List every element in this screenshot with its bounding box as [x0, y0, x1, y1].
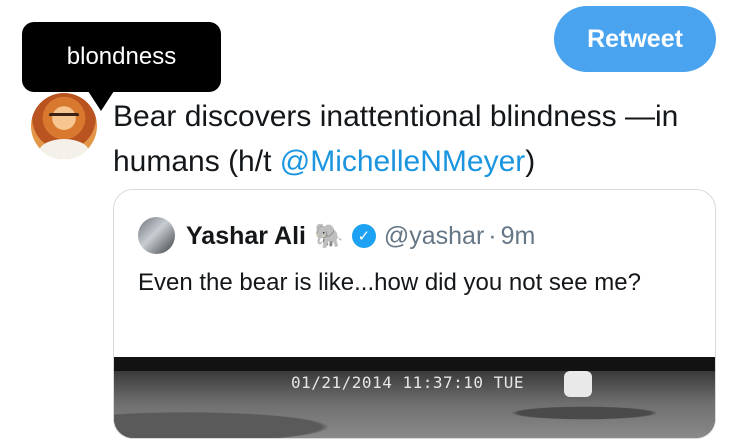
header-separator: ·: [488, 221, 497, 250]
verified-badge-icon: ✓: [351, 224, 376, 248]
elephant-emoji: 🐘: [313, 222, 344, 250]
tweet-text: Bear discovers inattentional blindness —…: [113, 94, 723, 184]
quoted-user-avatar[interactable]: [138, 217, 175, 254]
tweet-body-end: ): [525, 145, 536, 178]
avatar-shirt: [39, 139, 89, 159]
avatar-glasses: [49, 113, 79, 123]
quoted-user-name[interactable]: Yashar Ali: [186, 222, 306, 251]
quoted-user-handle[interactable]: @yashar: [384, 222, 484, 251]
quoted-tweet-text: Even the bear is like...how did you not …: [138, 269, 641, 296]
mention-link[interactable]: @MichelleNMeyer: [280, 145, 526, 178]
quoted-tweet-media[interactable]: 01/21/2014 11:37:10 TUE: [114, 357, 715, 438]
tooltip: blondness: [22, 22, 221, 92]
quoted-tweet-header: Yashar Ali 🐘 ✓ @yashar · 9m: [186, 218, 535, 254]
retweet-button[interactable]: Retweet: [554, 6, 716, 72]
media-timestamp: 01/21/2014 11:37:10 TUE: [291, 373, 525, 392]
quoted-tweet-card[interactable]: Yashar Ali 🐘 ✓ @yashar · 9m Even the bea…: [113, 189, 716, 439]
tooltip-text: blondness: [66, 43, 177, 70]
media-highlight: [564, 371, 592, 397]
user-avatar[interactable]: [31, 93, 97, 159]
quoted-tweet-time[interactable]: 9m: [501, 222, 536, 251]
